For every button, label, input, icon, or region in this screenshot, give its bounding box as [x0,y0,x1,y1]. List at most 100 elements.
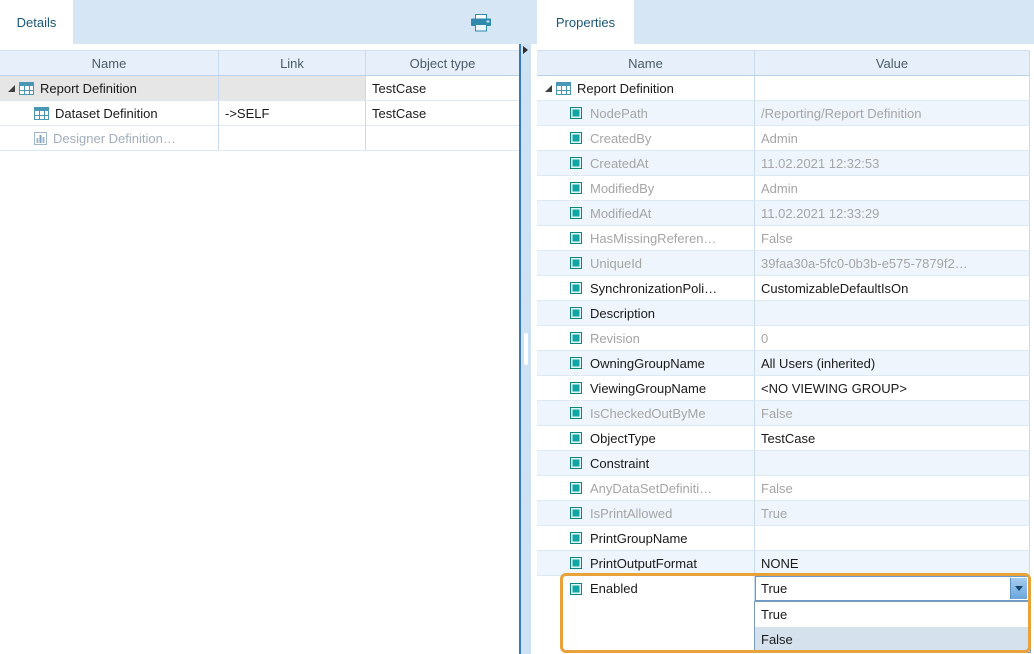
name-cell: OwningGroupName [537,351,755,375]
name-cell: HasMissingReferen… [537,226,755,250]
property-row-printoutputformat[interactable]: PrintOutputFormat NONE [537,551,1030,576]
property-icon [570,457,582,469]
row-label: Dataset Definition [55,106,158,121]
name-cell: AnyDataSetDefiniti… [537,476,755,500]
property-row-nodepath[interactable]: NodePath /Reporting/Report Definition [537,101,1030,126]
row-label: Designer Definition… [53,131,176,146]
property-icon [570,282,582,294]
name-cell: IsPrintAllowed [537,501,755,525]
print-button[interactable] [466,12,496,34]
property-row-modifiedat[interactable]: ModifiedAt 11.02.2021 12:33:29 [537,201,1030,226]
dropdown-option-true[interactable]: True [755,602,1030,627]
property-icon [570,132,582,144]
property-icon [570,107,582,119]
property-row-owninggroupname[interactable]: OwningGroupName All Users (inherited) [537,351,1030,376]
value-cell [755,76,1030,100]
details-panel: Name Link Object type Re [0,44,519,654]
property-row-hasmissingreferences[interactable]: HasMissingReferen… False [537,226,1030,251]
property-row-enabled[interactable]: Enabled True [537,576,1030,601]
property-row-anydatasetdefinition[interactable]: AnyDataSetDefiniti… False [537,476,1030,501]
value-cell: True [755,576,1030,601]
panel-container: Name Link Object type Re [0,44,1034,654]
name-cell: Report Definition [0,76,219,100]
property-row-objecttype[interactable]: ObjectType TestCase [537,426,1030,451]
tree-row-report-definition[interactable]: Report Definition TestCase [0,76,519,101]
property-icon [570,182,582,194]
property-icon [570,482,582,494]
tab-properties[interactable]: Properties [537,0,634,44]
value-cell: <NO VIEWING GROUP> [755,376,1030,400]
column-header-value: Value [755,51,1030,75]
details-table: Name Link Object type Re [0,50,519,151]
application-window: Details Properties Name Link Object type [0,0,1034,654]
name-cell: Revision [537,326,755,350]
splitter[interactable] [519,44,531,654]
property-icon [570,407,582,419]
tab-properties-label: Properties [556,15,615,30]
property-row-ischeckedoutbyme[interactable]: IsCheckedOutByMe False [537,401,1030,426]
value-cell: Admin [755,176,1030,200]
property-root-row[interactable]: Report Definition [537,76,1030,101]
value-cell: NONE [755,551,1030,575]
row-link: ->SELF [225,106,269,121]
dropdown-option-false[interactable]: False [755,627,1030,652]
property-row-printgroupname[interactable]: PrintGroupName [537,526,1030,551]
row-object-type: TestCase [372,81,426,96]
table-icon [556,82,571,95]
splitter-grip[interactable] [524,333,528,365]
expander-icon[interactable] [545,85,552,92]
property-icon [570,307,582,319]
tree-row-dataset-definition[interactable]: Dataset Definition ->SELF TestCase [0,101,519,126]
property-row-revision[interactable]: Revision 0 [537,326,1030,351]
property-icon [570,157,582,169]
property-icon [570,382,582,394]
value-cell: False [755,226,1030,250]
row-label: Report Definition [577,81,674,96]
property-icon [570,557,582,569]
chevron-down-icon [1015,586,1023,591]
property-icon [570,357,582,369]
property-row-isprintallowed[interactable]: IsPrintAllowed True [537,501,1030,526]
property-row-description[interactable]: Description [537,301,1030,326]
property-row-uniqueid[interactable]: UniqueId 39faa30a-5fc0-0b3b-e575-7879f2… [537,251,1030,276]
tab-details-label: Details [17,15,57,30]
combobox-dropdown-button[interactable] [1010,578,1027,599]
value-cell: 0 [755,326,1030,350]
value-cell [755,301,1030,325]
property-row-modifiedby[interactable]: ModifiedBy Admin [537,176,1030,201]
tree-row-designer-definition[interactable]: Designer Definition… [0,126,519,151]
property-row-synchronizationpolicy[interactable]: SynchronizationPoli… CustomizableDefault… [537,276,1030,301]
link-cell [219,76,366,100]
property-row-createdat[interactable]: CreatedAt 11.02.2021 12:32:53 [537,151,1030,176]
name-cell: CreatedBy [537,126,755,150]
property-icon [570,583,582,595]
name-cell: Report Definition [537,76,755,100]
value-cell: Admin [755,126,1030,150]
value-cell: False [755,476,1030,500]
properties-table-header: Name Value [537,50,1030,76]
combobox-value: True [761,581,787,596]
value-cell: TestCase [755,426,1030,450]
property-row-viewinggroupname[interactable]: ViewingGroupName <NO VIEWING GROUP> [537,376,1030,401]
property-row-createdby[interactable]: CreatedBy Admin [537,126,1030,151]
name-cell: Designer Definition… [0,126,219,150]
row-object-type: TestCase [372,106,426,121]
property-icon [570,532,582,544]
name-cell: UniqueId [537,251,755,275]
property-icon [570,432,582,444]
name-cell: Constraint [537,451,755,475]
name-cell: NodePath [537,101,755,125]
table-icon [19,82,34,95]
column-header-name: Name [537,51,755,75]
name-cell: PrintGroupName [537,526,755,550]
tab-details[interactable]: Details [0,0,73,44]
name-cell: Enabled [537,576,755,601]
value-cell: CustomizableDefaultIsOn [755,276,1030,300]
properties-panel: Name Value Report Definition [531,44,1034,654]
enabled-combobox[interactable]: True [755,576,1029,601]
splitter-collapse-arrow-icon[interactable] [523,46,528,54]
property-row-constraint[interactable]: Constraint [537,451,1030,476]
expander-icon[interactable] [8,85,15,92]
name-cell: ViewingGroupName [537,376,755,400]
property-icon [570,207,582,219]
